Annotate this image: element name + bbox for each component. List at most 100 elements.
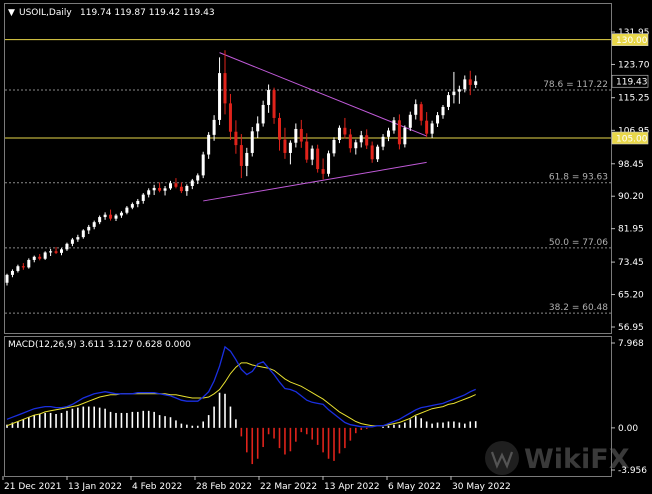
bull-candle bbox=[27, 259, 31, 268]
bull-candle bbox=[49, 251, 53, 253]
bull-candle bbox=[441, 106, 445, 116]
bull-candle bbox=[81, 230, 85, 238]
bull-candle bbox=[103, 214, 107, 218]
bear-candle bbox=[38, 256, 42, 259]
menu-dropdown-icon[interactable]: ▼ bbox=[8, 8, 15, 18]
time-tick-label: 6 May 2022 bbox=[388, 482, 441, 492]
bull-candle bbox=[381, 136, 385, 147]
bull-candle bbox=[196, 175, 200, 181]
bear-candle bbox=[239, 145, 243, 166]
bull-candle bbox=[136, 200, 140, 205]
bull-candle bbox=[288, 142, 292, 153]
bear-candle bbox=[223, 73, 227, 104]
bear-candle bbox=[343, 127, 347, 135]
time-tick-label: 4 Feb 2022 bbox=[132, 482, 182, 492]
bull-candle bbox=[408, 114, 412, 128]
bull-candle bbox=[359, 135, 363, 143]
bear-candle bbox=[174, 183, 178, 187]
macd-pane-frame bbox=[4, 336, 612, 477]
fibonacci-labels: 78.6 = 117.22 61.8 = 93.63 50.0 = 77.06 38.… bbox=[543, 80, 608, 313]
bull-candle bbox=[452, 91, 456, 96]
ohlc-readout: 119.74 119.87 119.42 119.43 bbox=[80, 8, 215, 18]
time-tick-label: 30 May 2022 bbox=[452, 482, 511, 492]
bull-candle bbox=[16, 266, 20, 271]
bull-candle bbox=[65, 243, 69, 250]
bull-candle bbox=[376, 146, 380, 160]
price-tick-label: 115.25 bbox=[618, 94, 650, 104]
bull-candle bbox=[436, 115, 440, 124]
bull-candle bbox=[474, 81, 478, 85]
bull-candle bbox=[392, 120, 396, 131]
level-box-130: 130.00 bbox=[616, 36, 648, 46]
price-tick-label: 123.70 bbox=[618, 60, 650, 70]
bull-candle bbox=[98, 217, 102, 223]
bull-candle bbox=[463, 79, 467, 90]
bear-candle bbox=[228, 103, 232, 132]
bull-candle bbox=[119, 212, 123, 216]
bear-candle bbox=[21, 266, 25, 268]
bull-candle bbox=[43, 252, 47, 259]
symbol-label: USOIL,Daily bbox=[19, 8, 72, 18]
level-box-105: 105.00 bbox=[616, 135, 648, 145]
bull-candle bbox=[147, 190, 151, 195]
macd-label: MACD(12,26,9) 3.611 3.127 0.628 0.000 bbox=[8, 340, 191, 350]
price-tick-label: 56.95 bbox=[618, 323, 644, 333]
horizontal-levels bbox=[5, 39, 611, 314]
bull-candle bbox=[5, 274, 9, 283]
current-price-box: 119.43 bbox=[616, 78, 648, 88]
time-axis: 21 Dec 2021 13 Jan 2022 4 Feb 2022 28 Feb 2… bbox=[2, 476, 511, 492]
bull-candle bbox=[152, 187, 156, 191]
time-tick-label: 28 Feb 2022 bbox=[196, 482, 252, 492]
bull-candle bbox=[207, 134, 211, 155]
bull-candle bbox=[337, 127, 341, 140]
bear-candle bbox=[179, 186, 183, 192]
bull-candle bbox=[212, 119, 216, 135]
bull-candle bbox=[256, 123, 260, 132]
price-tick-label: 90.20 bbox=[618, 192, 644, 202]
bull-candle bbox=[218, 73, 222, 120]
bull-candle bbox=[430, 123, 434, 134]
bull-candle bbox=[32, 256, 36, 260]
time-tick-label: 13 Apr 2022 bbox=[324, 482, 380, 492]
macd-tick-label: 7.968 bbox=[618, 339, 644, 349]
fib-label: 50.0 = 77.06 bbox=[549, 238, 608, 248]
trendline bbox=[203, 161, 427, 202]
bull-candle bbox=[457, 89, 461, 92]
bull-candle bbox=[403, 127, 407, 145]
price-tick-label: 73.45 bbox=[618, 258, 644, 268]
bull-candle bbox=[70, 239, 74, 244]
bull-candle bbox=[327, 153, 331, 174]
bull-candle bbox=[185, 185, 189, 192]
fib-label: 61.8 = 93.63 bbox=[549, 173, 608, 183]
candles bbox=[5, 50, 478, 286]
bull-candle bbox=[163, 188, 167, 191]
wikifx-logo-icon bbox=[485, 441, 519, 475]
bear-candle bbox=[305, 141, 309, 160]
bear-candle bbox=[299, 128, 303, 142]
bear-candle bbox=[397, 120, 401, 145]
trendline bbox=[219, 52, 427, 137]
bull-candle bbox=[92, 222, 96, 227]
bull-candle bbox=[125, 207, 129, 213]
price-tick-label: 98.45 bbox=[618, 160, 644, 170]
price-tick-label: 65.20 bbox=[618, 291, 644, 301]
bear-candle bbox=[419, 104, 423, 121]
bear-candle bbox=[425, 120, 429, 134]
bull-candle bbox=[261, 104, 265, 124]
bear-candle bbox=[272, 90, 276, 118]
bear-candle bbox=[468, 79, 472, 85]
chart-canvas[interactable]: WikiFX ▼ USOIL,Daily 119.74 119.87 119.4… bbox=[0, 0, 652, 494]
bear-candle bbox=[321, 169, 325, 174]
bull-candle bbox=[60, 249, 63, 253]
macd-tick-label: -3.956 bbox=[618, 466, 647, 476]
bull-candle bbox=[201, 154, 205, 176]
bear-candle bbox=[234, 131, 238, 146]
bull-candle bbox=[267, 90, 271, 105]
bull-candle bbox=[387, 130, 390, 137]
bear-candle bbox=[348, 134, 352, 149]
bull-candle bbox=[245, 152, 249, 166]
bull-candle bbox=[414, 104, 418, 115]
bull-candle bbox=[76, 237, 80, 240]
macd-indicator bbox=[6, 345, 477, 465]
bear-candle bbox=[54, 251, 58, 253]
